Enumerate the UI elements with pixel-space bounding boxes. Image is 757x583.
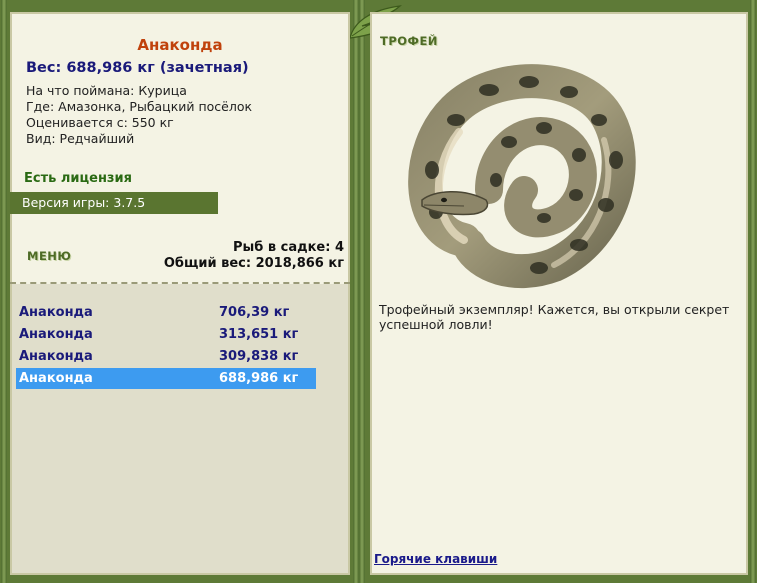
catch-row[interactable]: Анаконда 706,39 кг: [16, 302, 316, 323]
fish-info-panel: Анаконда Вес: 688,986 кг (зачетная) На ч…: [10, 12, 350, 575]
fish-bait: На что поймана: Курица: [26, 83, 187, 98]
fish-location: Где: Амазонка, Рыбацкий посёлок: [26, 99, 253, 114]
catch-name: Анаконда: [19, 327, 93, 342]
catch-weight: 309,838 кг: [219, 349, 299, 364]
catch-row[interactable]: Анаконда 313,651 кг: [16, 324, 316, 345]
catch-name: Анаконда: [19, 349, 93, 364]
catch-weight: 688,986 кг: [219, 371, 299, 386]
catch-weight: 706,39 кг: [219, 305, 290, 320]
fish-rarity: Вид: Редчайший: [26, 131, 135, 146]
keepnet-count: Рыб в садке: 4: [232, 240, 344, 255]
hotkeys-link[interactable]: Горячие клавиши: [374, 552, 497, 566]
catch-list: Анаконда 706,39 кг Анаконда 313,651 кг А…: [12, 284, 348, 573]
fish-value: Оценивается с: 550 кг: [26, 115, 174, 130]
trophy-panel: ТРОФЕЙ Трофейный экземпляр! Кажется, вы …: [370, 12, 748, 575]
frame-border-middle-2: [359, 0, 365, 583]
anaconda-trophy-image: [408, 64, 636, 289]
game-version: Версия игры: 3.7.5: [10, 192, 218, 214]
catch-weight: 313,651 кг: [219, 327, 299, 342]
catch-row[interactable]: Анаконда 309,838 кг: [16, 346, 316, 367]
license-status: Есть лицензия: [24, 171, 132, 186]
frame-border-left: [1, 0, 7, 583]
frame-border-right: [750, 0, 756, 583]
keepnet-stats: Рыб в садке: 4 Общий вес: 2018,866 кг: [164, 240, 344, 272]
fish-name: Анаконда: [137, 36, 223, 54]
menu-button[interactable]: МЕНЮ: [27, 249, 71, 263]
catch-row-selected[interactable]: Анаконда 688,986 кг: [16, 368, 316, 389]
catch-name: Анаконда: [19, 371, 93, 386]
keepnet-total-weight: Общий вес: 2018,866 кг: [163, 256, 344, 271]
fish-weight: Вес: 688,986 кг (зачетная): [26, 60, 249, 76]
catch-name: Анаконда: [19, 305, 93, 320]
trophy-description: Трофейный экземпляр! Кажется, вы открыли…: [379, 302, 730, 332]
